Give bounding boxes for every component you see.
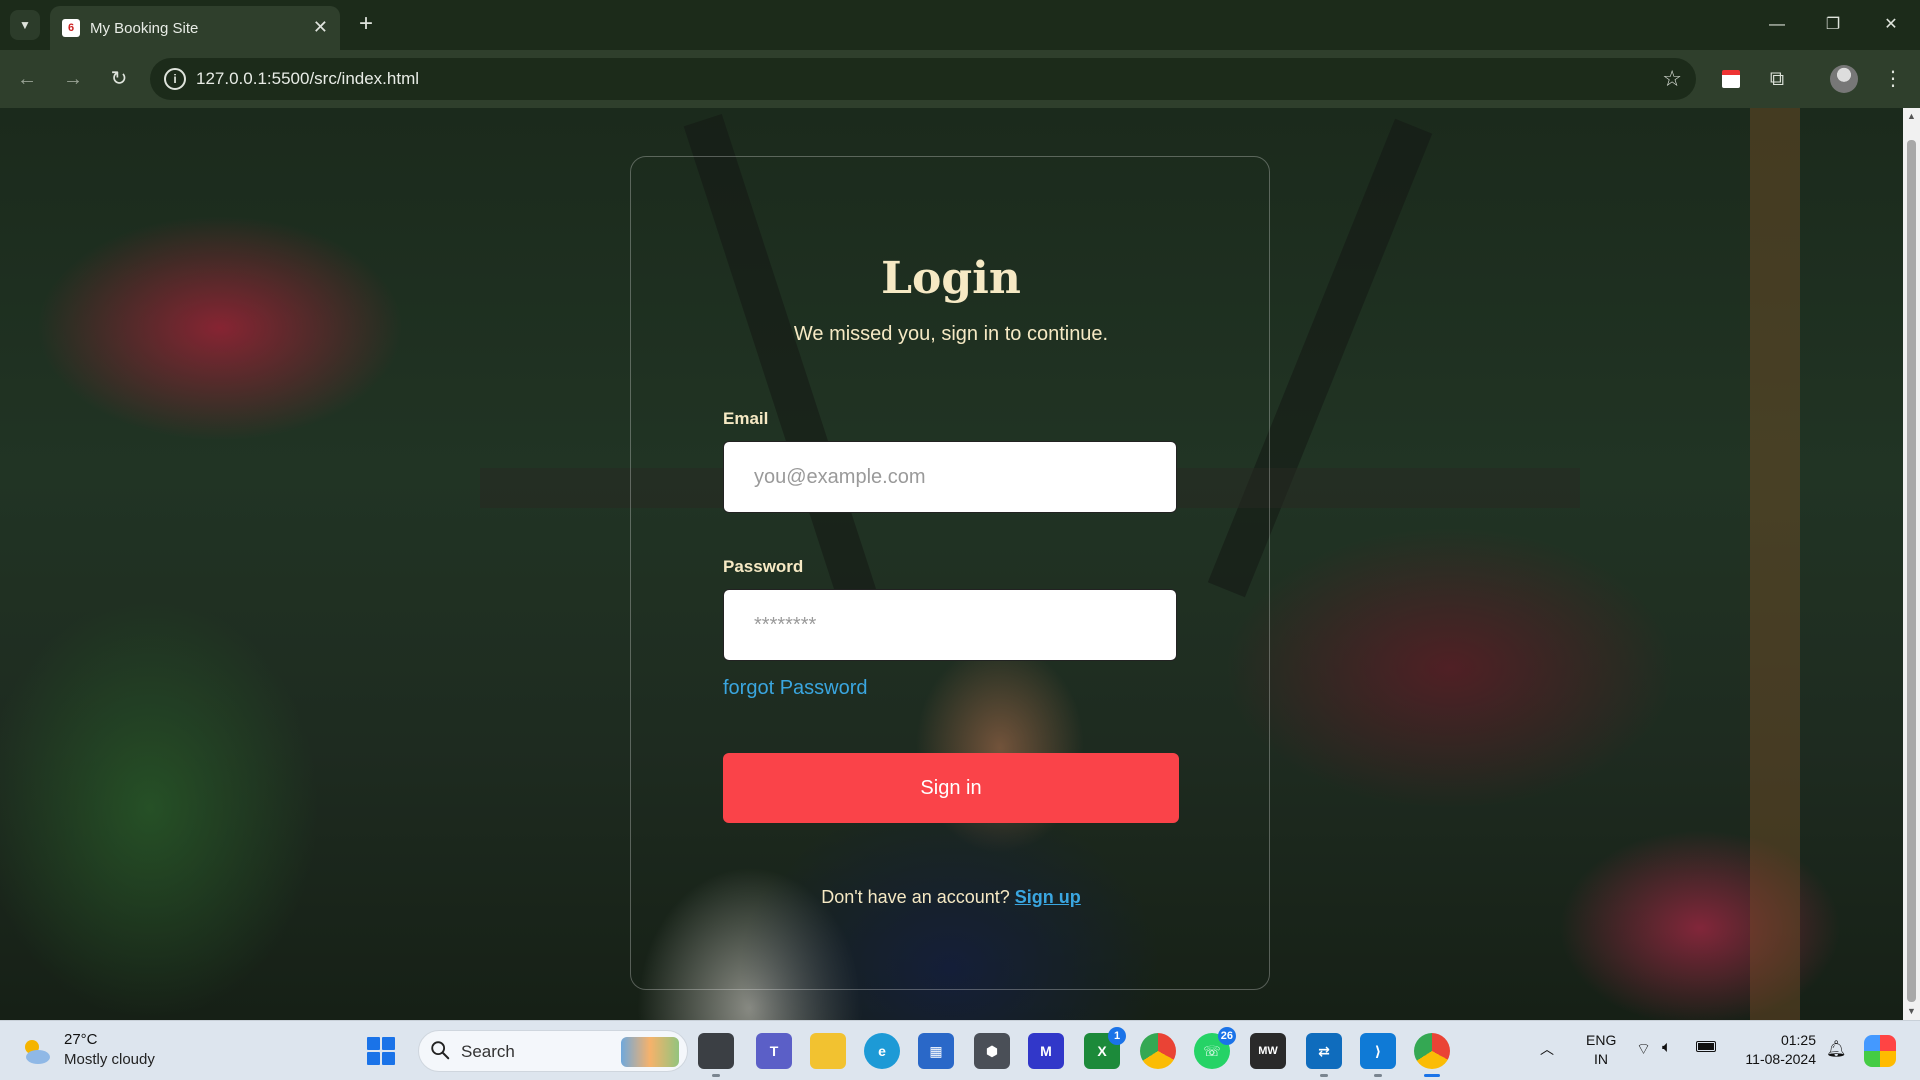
tab-title: My Booking Site [90, 20, 199, 37]
cloudy-weather-icon[interactable] [20, 1035, 52, 1067]
system-clock[interactable]: 01:25 11-08-2024 [1736, 1031, 1816, 1069]
teams-icon[interactable]: T [756, 1033, 792, 1069]
region-code: IN [1594, 1051, 1608, 1067]
email-label: Email [723, 409, 769, 428]
site-info-icon[interactable]: i [164, 68, 186, 90]
login-card: Login We missed you, sign in to continue… [630, 156, 1270, 990]
chevron-down-icon: ▼ [19, 18, 31, 32]
copilot-icon[interactable] [1864, 1035, 1896, 1067]
tray-overflow-chevron-icon[interactable]: ︿ [1540, 1039, 1554, 1063]
windows-taskbar: 27°C Mostly cloudy Search T e ▦ ⬢ M X1 ☏… [0, 1020, 1920, 1080]
signup-prompt-text: Don't have an account? [821, 887, 1010, 907]
chrome-active-icon[interactable] [1414, 1033, 1450, 1077]
clock-date: 11-08-2024 [1745, 1051, 1816, 1067]
signup-prompt: Don't have an account? Sign up [631, 887, 1271, 908]
browser-tab-bar: ▼ 6 My Booking Site ✕ + — ❐ ✕ [0, 0, 1920, 50]
tab-search-button[interactable]: ▼ [10, 10, 40, 40]
wooden-post [1750, 108, 1800, 1020]
profile-avatar[interactable] [1830, 65, 1858, 93]
page-scrollbar[interactable]: ▲ ▼ [1903, 108, 1920, 1020]
menu-kebab-icon[interactable]: ⋮ [1878, 64, 1908, 94]
chrome-icon[interactable] [1140, 1033, 1176, 1069]
password-field[interactable] [723, 589, 1177, 661]
login-title: Login [881, 253, 1021, 304]
favicon-icon: 6 [62, 19, 80, 37]
bookmark-star-icon[interactable]: ☆ [1662, 66, 1682, 92]
search-highlight-image [621, 1037, 679, 1067]
mw-app-icon[interactable]: MW [1250, 1033, 1286, 1069]
search-icon [431, 1041, 450, 1060]
notification-bell-icon[interactable]: 🔔︎ [1826, 1039, 1846, 1080]
scroll-thumb[interactable] [1907, 140, 1916, 1002]
language-code: ENG [1586, 1032, 1617, 1048]
tab-close-icon[interactable]: ✕ [313, 17, 328, 37]
close-window-button[interactable]: ✕ [1876, 12, 1906, 38]
store-icon[interactable]: ▦ [918, 1033, 954, 1069]
clock-time: 01:25 [1780, 1032, 1816, 1048]
task-view-icon[interactable] [698, 1033, 734, 1077]
remote-desktop-icon[interactable]: ⇄ [1306, 1033, 1342, 1077]
edge-icon[interactable]: e [864, 1033, 900, 1069]
xbox-icon[interactable]: X1 [1084, 1027, 1126, 1069]
browser-tab[interactable]: 6 My Booking Site ✕ [50, 6, 340, 50]
new-tab-button[interactable]: + [352, 10, 380, 38]
scroll-up-arrow-icon[interactable]: ▲ [1903, 108, 1920, 125]
restore-button[interactable]: ❐ [1818, 12, 1848, 38]
file-explorer-icon[interactable] [810, 1033, 846, 1069]
extensions-puzzle-icon[interactable]: ⧉ [1762, 64, 1792, 94]
back-arrow-icon[interactable]: ← [12, 64, 42, 94]
language-indicator[interactable]: ENG IN [1586, 1031, 1616, 1069]
volume-icon[interactable]: 🔈︎ [1662, 1039, 1672, 1080]
wifi-icon[interactable]: ⌔ [1636, 1039, 1651, 1080]
xbox-badge: 1 [1108, 1027, 1126, 1045]
sign-up-link[interactable]: Sign up [1015, 887, 1081, 907]
password-label: Password [723, 557, 804, 576]
login-subtitle: We missed you, sign in to continue. [793, 323, 1109, 345]
whatsapp-icon[interactable]: ☏ 26 [1194, 1027, 1236, 1069]
weather-temperature[interactable]: 27°C [64, 1031, 98, 1048]
address-bar[interactable]: i 127.0.0.1:5500/src/index.html ☆ [150, 58, 1696, 100]
browser-toolbar: ← → ↻ i 127.0.0.1:5500/src/index.html ☆ … [0, 50, 1920, 108]
email-field[interactable] [723, 441, 1177, 513]
whatsapp-badge: 26 [1217, 1027, 1236, 1045]
start-button[interactable] [367, 1037, 395, 1065]
scroll-down-arrow-icon[interactable]: ▼ [1903, 1003, 1920, 1020]
taskbar-search[interactable]: Search [418, 1030, 688, 1072]
cube-app-icon[interactable]: ⬢ [974, 1033, 1010, 1069]
m-app-icon[interactable]: M [1028, 1033, 1064, 1069]
url-text[interactable]: 127.0.0.1:5500/src/index.html [196, 69, 419, 89]
minimize-button[interactable]: — [1762, 12, 1792, 38]
vscode-icon[interactable]: ⟩ [1360, 1033, 1396, 1077]
forgot-password-link[interactable]: forgot Password [723, 677, 868, 700]
search-label: Search [461, 1042, 515, 1061]
reload-icon[interactable]: ↻ [104, 64, 134, 94]
battery-icon[interactable] [1696, 1041, 1716, 1080]
weather-description[interactable]: Mostly cloudy [64, 1051, 155, 1068]
hero-background: Login We missed you, sign in to continue… [0, 108, 1903, 1020]
calendar-extension-icon[interactable] [1722, 70, 1740, 88]
sign-in-button[interactable]: Sign in [723, 753, 1179, 823]
forward-arrow-icon[interactable]: → [58, 64, 88, 94]
